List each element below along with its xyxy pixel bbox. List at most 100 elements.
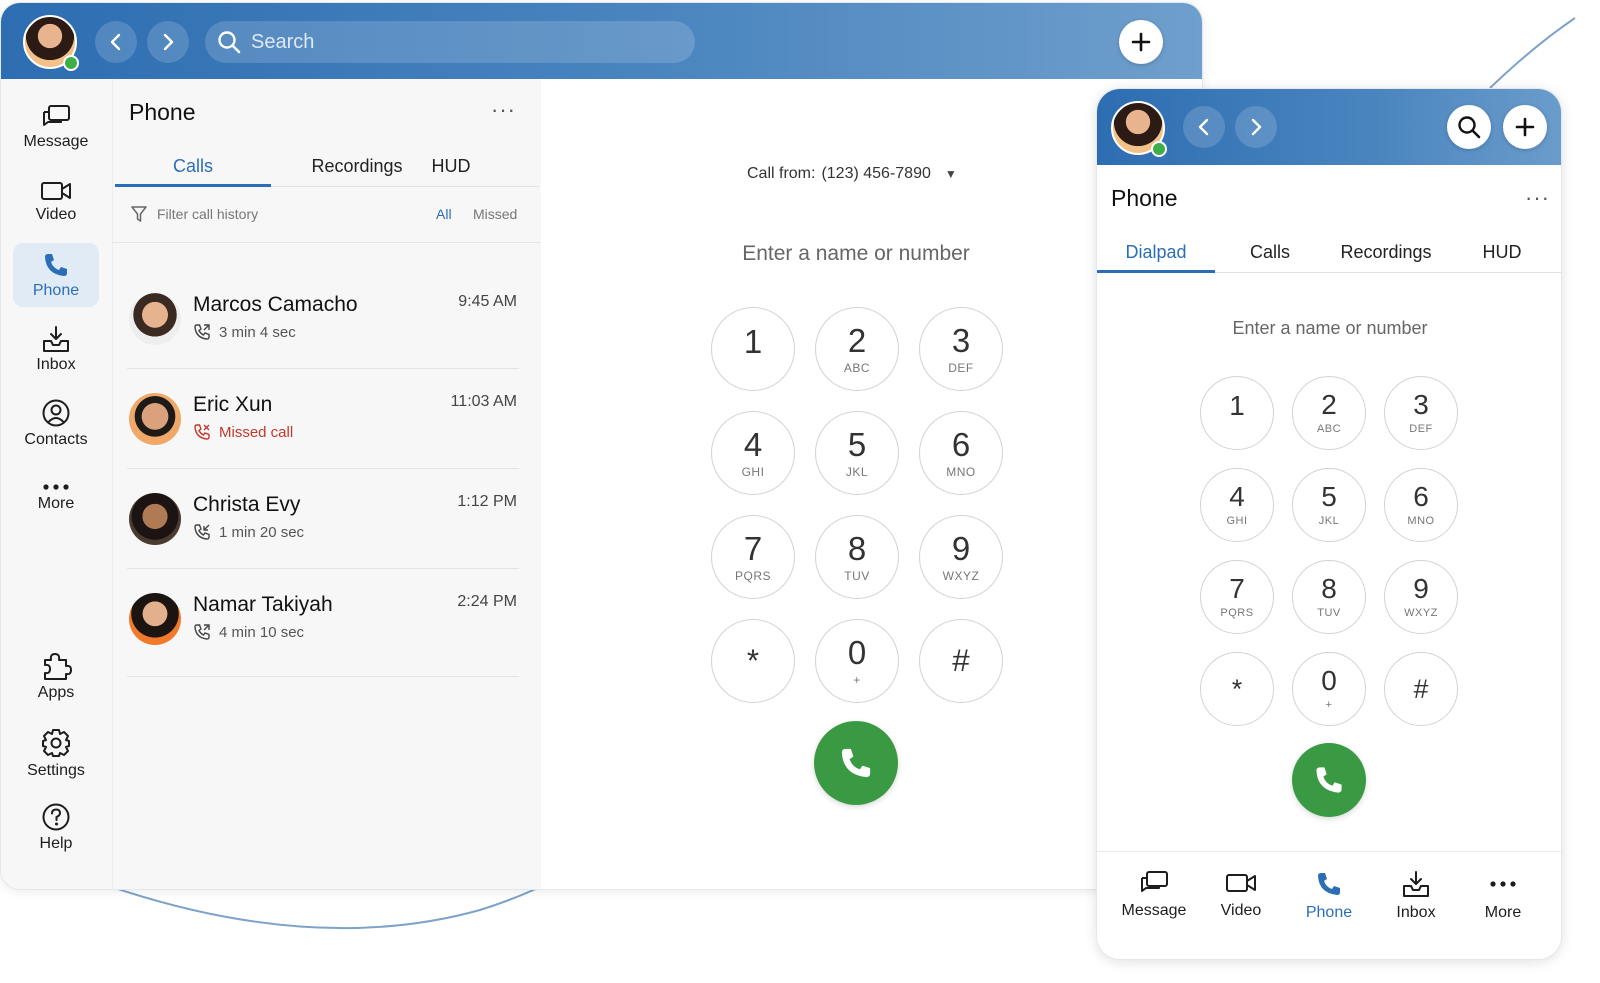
sidebar-item-help[interactable]: Help: [13, 795, 99, 859]
search-button[interactable]: [1447, 105, 1491, 149]
key-letters: +: [1325, 699, 1333, 711]
more-options-button[interactable]: ···: [491, 97, 516, 123]
dial-key[interactable]: 1: [1200, 376, 1274, 450]
filter-all-button[interactable]: All: [436, 206, 452, 222]
key-digit: #: [1413, 673, 1429, 704]
dial-key[interactable]: 4 GHI: [1200, 468, 1274, 542]
call-from-selector[interactable]: Call from: (123) 456-7890 ▼: [747, 165, 957, 183]
dial-key[interactable]: 7 PQRS: [1200, 560, 1274, 634]
sidebar-item-label: Help: [39, 834, 73, 852]
sidebar-item-video[interactable]: Video: [13, 169, 99, 233]
dial-key[interactable]: #: [919, 619, 1003, 703]
dial-key[interactable]: 2 ABC: [1292, 376, 1366, 450]
dial-number-input[interactable]: [701, 237, 1011, 271]
dial-key[interactable]: 9 WXYZ: [919, 515, 1003, 599]
dial-key[interactable]: 5 JKL: [1292, 468, 1366, 542]
dial-key[interactable]: 1: [711, 307, 795, 391]
mobile-pane-title: Phone: [1111, 185, 1178, 211]
help-icon: [42, 803, 70, 830]
sidebar-item-inbox[interactable]: Inbox: [13, 317, 99, 381]
video-icon: [41, 181, 71, 200]
dial-key[interactable]: 3 DEF: [1384, 376, 1458, 450]
key-digit: 7: [1229, 573, 1245, 604]
sidebar-item-settings[interactable]: Settings: [13, 721, 99, 785]
call-row[interactable]: Christa Evy 1 min 20 sec 1:12 PM: [127, 469, 519, 569]
sidebar-item-more[interactable]: More: [13, 465, 99, 529]
dial-key[interactable]: 6 MNO: [919, 411, 1003, 495]
tab-calls[interactable]: Calls: [1223, 233, 1317, 273]
sidebar-item-phone[interactable]: Phone: [13, 243, 99, 307]
tab-recordings[interactable]: Recordings: [295, 147, 419, 187]
key-digit: 0: [847, 633, 867, 671]
dial-key[interactable]: 2 ABC: [815, 307, 899, 391]
sidebar-item-contacts[interactable]: Contacts: [13, 391, 99, 455]
dial-key[interactable]: *: [711, 619, 795, 703]
mobile-call-button[interactable]: [1292, 743, 1366, 817]
dial-key[interactable]: 4 GHI: [711, 411, 795, 495]
dial-key[interactable]: #: [1384, 652, 1458, 726]
video-icon: [1226, 874, 1256, 892]
tab-hud[interactable]: HUD: [1469, 233, 1535, 273]
chevron-right-icon: [1251, 118, 1262, 136]
sidebar-item-message[interactable]: Message: [13, 95, 99, 159]
sidebar-item-label: Settings: [27, 761, 85, 779]
call-duration: 4 min 10 sec: [219, 623, 305, 641]
forward-button[interactable]: [1235, 106, 1277, 148]
back-button[interactable]: [95, 21, 137, 63]
key-letters: ABC: [1316, 423, 1342, 435]
key-digit: 6: [1413, 481, 1429, 512]
dial-key[interactable]: 0 +: [815, 619, 899, 703]
bottom-nav-more[interactable]: More: [1458, 870, 1548, 922]
bottom-nav-message[interactable]: Message: [1109, 870, 1199, 920]
sidebar-item-label: More: [37, 494, 75, 512]
bottom-nav-phone[interactable]: Phone: [1284, 870, 1374, 922]
user-avatar[interactable]: [23, 15, 79, 71]
sidebar-item-label: Apps: [37, 683, 75, 701]
sidebar: Message Video Phone Inbox Contacts More …: [1, 79, 113, 889]
new-button[interactable]: [1119, 20, 1163, 64]
call-from-number: (123) 456-7890: [821, 165, 931, 182]
key-digit: 4: [743, 425, 763, 463]
dial-key[interactable]: 8 TUV: [815, 515, 899, 599]
dial-key[interactable]: 5 JKL: [815, 411, 899, 495]
key-digit: 9: [1413, 573, 1429, 604]
filter-missed-button[interactable]: Missed: [473, 206, 517, 222]
tab-hud[interactable]: HUD: [421, 147, 481, 187]
dial-key[interactable]: 6 MNO: [1384, 468, 1458, 542]
search-input[interactable]: [251, 30, 651, 54]
contact-name: Christa Evy: [193, 493, 301, 516]
key-letters: WXYZ: [1404, 607, 1438, 619]
dial-key[interactable]: *: [1200, 652, 1274, 726]
call-duration: 1 min 20 sec: [219, 523, 305, 541]
tab-recordings[interactable]: Recordings: [1329, 233, 1443, 273]
sidebar-item-apps[interactable]: Apps: [13, 643, 99, 707]
dial-key[interactable]: 9 WXYZ: [1384, 560, 1458, 634]
desktop-call-button[interactable]: [814, 721, 898, 805]
forward-button[interactable]: [147, 21, 189, 63]
dial-key[interactable]: 8 TUV: [1292, 560, 1366, 634]
mobile-more-options-button[interactable]: ···: [1525, 185, 1550, 211]
call-row[interactable]: Eric Xun Missed call 11:03 AM: [127, 369, 519, 469]
user-avatar[interactable]: [1111, 101, 1167, 157]
key-letters: DEF: [948, 360, 974, 375]
bottom-nav-video[interactable]: Video: [1196, 870, 1286, 920]
tab-calls[interactable]: Calls: [115, 147, 271, 187]
search-bar[interactable]: [205, 21, 695, 63]
key-digit: 6: [951, 425, 971, 463]
tab-dialpad[interactable]: Dialpad: [1097, 233, 1215, 273]
inbox-icon: [1403, 871, 1429, 897]
key-digit: 1: [743, 322, 763, 360]
new-button[interactable]: [1503, 105, 1547, 149]
dial-key[interactable]: 7 PQRS: [711, 515, 795, 599]
key-letters: WXYZ: [942, 568, 980, 583]
call-row[interactable]: Namar Takiyah 4 min 10 sec 2:24 PM: [127, 569, 519, 677]
presence-indicator: [1151, 141, 1167, 157]
mobile-dial-number-input[interactable]: [1177, 313, 1483, 343]
dial-key[interactable]: 0 +: [1292, 652, 1366, 726]
key-digit: 8: [847, 529, 867, 567]
back-button[interactable]: [1183, 106, 1225, 148]
dial-key[interactable]: 3 DEF: [919, 307, 1003, 391]
filter-call-history-input[interactable]: Filter call history: [157, 206, 258, 222]
bottom-nav-inbox[interactable]: Inbox: [1371, 870, 1461, 922]
call-row[interactable]: Marcos Camacho 3 min 4 sec 9:45 AM: [127, 269, 519, 369]
